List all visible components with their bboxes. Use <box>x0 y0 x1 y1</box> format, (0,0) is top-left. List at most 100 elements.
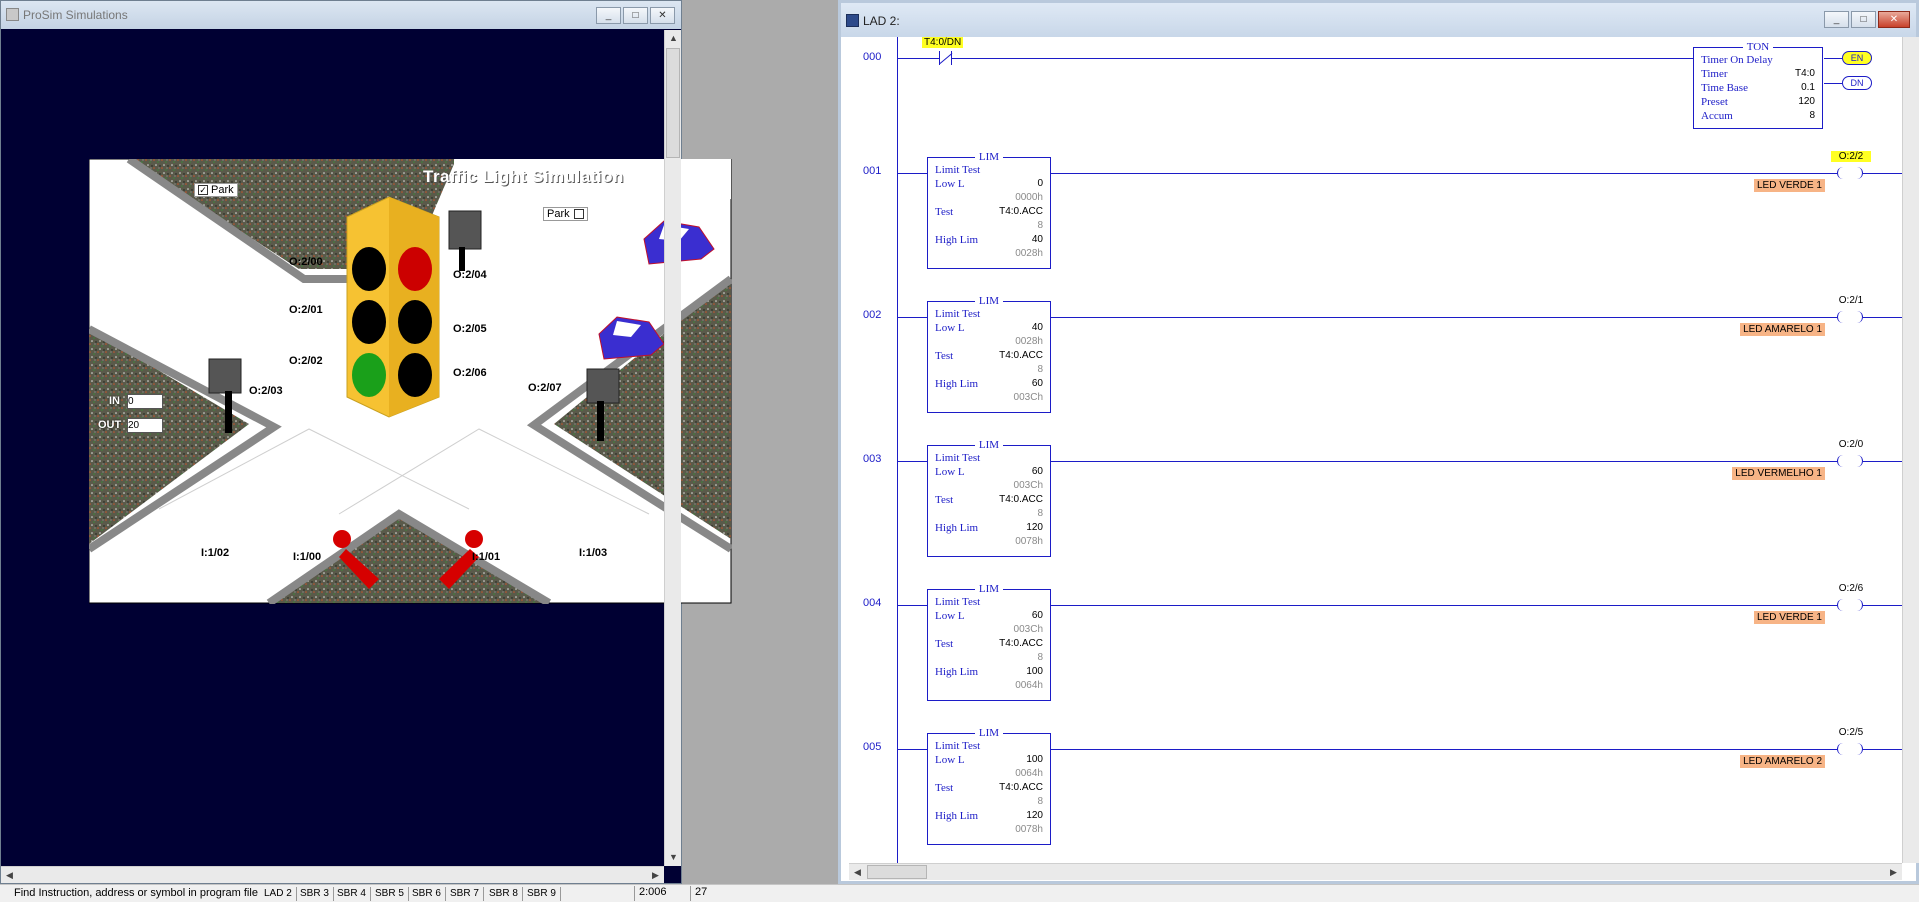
label-i1-03: I:1/03 <box>579 547 608 559</box>
park-checkbox-right[interactable]: Park <box>543 207 588 221</box>
rung-wire <box>1027 173 1837 174</box>
ote-coil[interactable] <box>1837 599 1863 611</box>
lad-titlebar[interactable]: LAD 2: _ □ ✕ <box>841 3 1916 39</box>
program-tab[interactable]: SBR 9 <box>523 887 561 901</box>
position-readout: 2:006 <box>634 886 694 901</box>
close-button[interactable]: ✕ <box>1878 11 1910 28</box>
lim-instruction[interactable]: LIM Limit Test Low L 60 003Ch Test T4:0.AC… <box>927 439 1051 557</box>
coil-wire <box>1863 317 1905 318</box>
scroll-left-icon[interactable]: ◀ <box>849 864 866 881</box>
coil-tag: LED AMARELO 1 <box>1740 323 1825 336</box>
dn-output: DN <box>1842 76 1872 90</box>
program-tab[interactable]: SBR 7 <box>446 887 484 901</box>
out-label: OUT <box>98 419 122 431</box>
scroll-down-icon[interactable]: ▼ <box>665 849 682 866</box>
count-readout: 27 <box>690 886 750 901</box>
label-i1-00: I:1/00 <box>293 551 322 563</box>
ote-coil[interactable] <box>1837 311 1863 323</box>
horizontal-scrollbar[interactable]: ◀ ▶ <box>1 866 664 883</box>
coil-address: O:2/0 <box>1838 439 1864 450</box>
dn-wire <box>1824 83 1842 84</box>
rung-wire <box>1027 605 1837 606</box>
maximize-button[interactable]: □ <box>1851 11 1876 28</box>
park-checkbox-left[interactable]: ✓ Park <box>194 183 238 197</box>
program-tab[interactable]: SBR 3 <box>296 887 334 901</box>
scroll-thumb[interactable] <box>867 865 927 879</box>
coil-tag: LED VERDE 1 <box>1753 179 1825 192</box>
rung-number[interactable]: 003 <box>863 453 881 465</box>
in-field[interactable] <box>127 394 163 409</box>
coil-wire <box>1863 461 1905 462</box>
lim-instruction[interactable]: LIM Limit Test Low L 40 0028h Test T4:0.AC… <box>927 295 1051 413</box>
label-i1-02: I:1/02 <box>201 547 230 559</box>
rung-wire <box>897 58 1747 59</box>
vertical-scrollbar[interactable]: ▲ ▼ <box>664 30 681 866</box>
rung-wire <box>1027 461 1837 462</box>
rung-number[interactable]: 001 <box>863 165 881 177</box>
minimize-button[interactable]: _ <box>1824 11 1849 28</box>
label-o2-05: O:2/05 <box>453 323 487 335</box>
label-o2-04: O:2/04 <box>453 269 487 281</box>
ote-coil[interactable] <box>1837 455 1863 467</box>
horizontal-scrollbar[interactable]: ◀ ▶ <box>849 863 1902 880</box>
rung-number[interactable]: 002 <box>863 309 881 321</box>
rung-wire <box>1027 317 1837 318</box>
label-o2-07: O:2/07 <box>528 382 562 394</box>
scroll-right-icon[interactable]: ▶ <box>647 867 664 884</box>
ladder-canvas: 000 001 002 003 004 005 T4:0/DN TON Time… <box>841 37 1905 863</box>
label-o2-06: O:2/06 <box>453 367 487 379</box>
label-i1-01: I:1/01 <box>472 551 501 563</box>
label-o2-02: O:2/02 <box>289 355 323 367</box>
coil-tag: LED AMARELO 2 <box>1740 755 1825 768</box>
scroll-left-icon[interactable]: ◀ <box>1 867 18 884</box>
rung-number[interactable]: 000 <box>863 51 881 63</box>
coil-wire <box>1863 173 1905 174</box>
ladder-icon <box>846 14 859 27</box>
scene-title: Traffic Light Simulation <box>423 167 624 186</box>
prosim-window: ProSim Simulations _ □ ✕ Traffic Light S… <box>0 0 732 884</box>
vertical-scrollbar[interactable] <box>1902 37 1919 863</box>
contact-address: T4:0/DN <box>922 37 964 48</box>
lim-instruction[interactable]: LIM Limit Test Low L 100 0064h Test T4:0.A… <box>927 727 1051 845</box>
rung-number[interactable]: 005 <box>863 741 881 753</box>
program-tab[interactable]: SBR 4 <box>333 887 371 901</box>
lim-instruction[interactable]: LIM Limit Test Low L 60 003Ch Test T4:0.AC… <box>927 583 1051 701</box>
status-bar: Find Instruction, address or symbol in p… <box>0 884 1919 902</box>
label-o2-03: O:2/03 <box>249 385 283 397</box>
traffic-scene-graphic <box>89 159 732 604</box>
scroll-right-icon[interactable]: ▶ <box>1885 864 1902 881</box>
minimize-button[interactable]: _ <box>596 7 621 24</box>
coil-address: O:2/5 <box>1838 727 1864 738</box>
label-o2-01: O:2/01 <box>289 304 323 316</box>
lad-window: LAD 2: _ □ ✕ 000 001 002 003 004 005 T4:… <box>838 0 1919 884</box>
find-hint: Find Instruction, address or symbol in p… <box>14 887 258 899</box>
coil-wire <box>1863 605 1905 606</box>
close-button[interactable]: ✕ <box>650 7 675 24</box>
prosim-titlebar[interactable]: ProSim Simulations _ □ ✕ <box>1 1 681 29</box>
out-field[interactable] <box>127 418 163 433</box>
rung-wire <box>1027 749 1837 750</box>
program-tab[interactable]: SBR 6 <box>408 887 446 901</box>
rung-number[interactable]: 004 <box>863 597 881 609</box>
ote-coil[interactable] <box>1837 167 1863 179</box>
program-tab[interactable]: SBR 8 <box>485 887 523 901</box>
program-tab[interactable]: LAD 2 <box>260 887 297 901</box>
ton-instruction[interactable]: TON Timer On Delay Timer T4:0 Time Base 0.… <box>1693 41 1823 129</box>
coil-wire <box>1863 749 1905 750</box>
window-title: ProSim Simulations <box>23 8 128 22</box>
label-o2-00: O:2/00 <box>289 256 323 268</box>
en-wire <box>1824 58 1842 59</box>
program-tab[interactable]: SBR 5 <box>371 887 409 901</box>
scroll-thumb[interactable] <box>666 48 680 158</box>
coil-tag: LED VERDE 1 <box>1753 611 1825 624</box>
app-icon <box>6 8 19 21</box>
coil-address: O:2/2 <box>1831 151 1871 162</box>
scroll-up-icon[interactable]: ▲ <box>665 30 682 47</box>
lim-instruction[interactable]: LIM Limit Test Low L0 0000h Test T4:0.ACC… <box>927 151 1051 269</box>
window-title: LAD 2: <box>863 14 900 28</box>
xio-contact[interactable] <box>929 51 963 65</box>
ote-coil[interactable] <box>1837 743 1863 755</box>
maximize-button[interactable]: □ <box>623 7 648 24</box>
en-output: EN <box>1842 51 1872 65</box>
in-label: IN <box>109 395 120 407</box>
